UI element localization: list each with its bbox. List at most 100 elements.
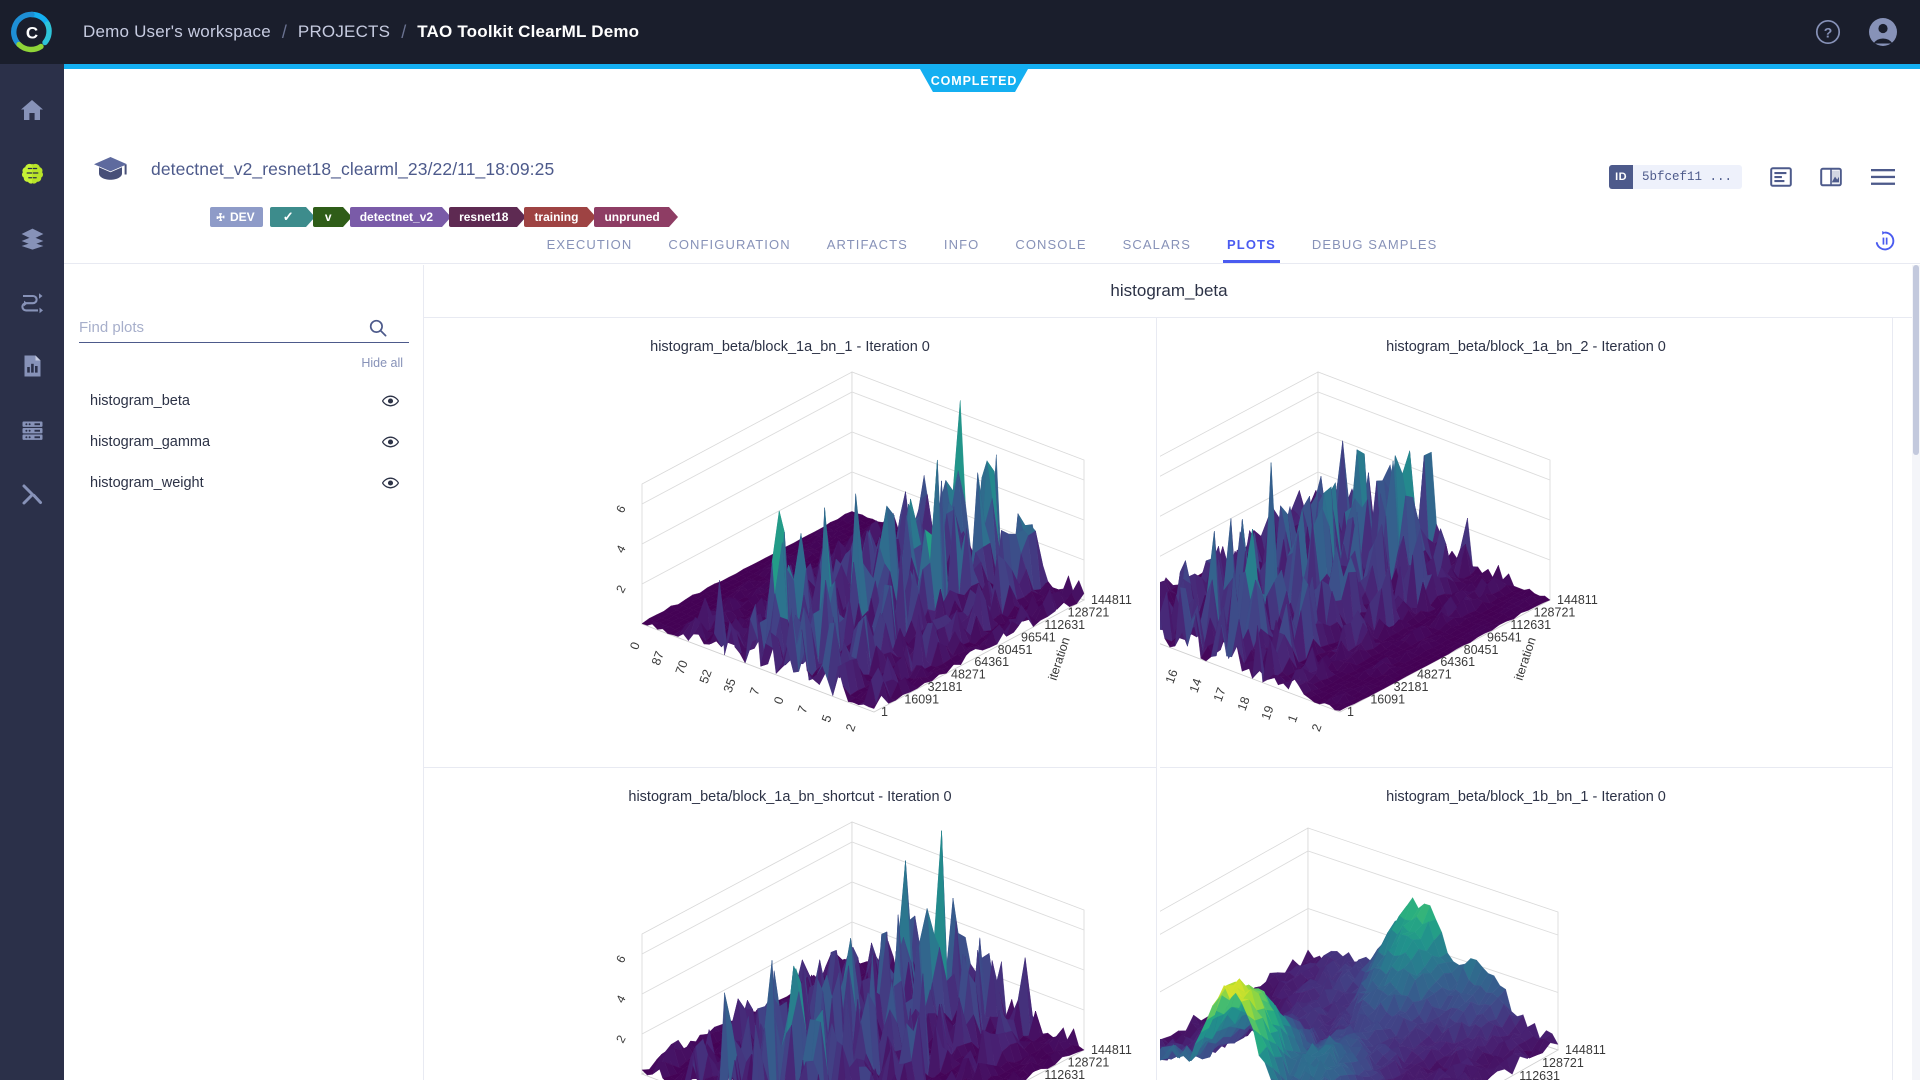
task-tag-label: v <box>324 210 332 224</box>
tab-debug-samples[interactable]: DEBUG SAMPLES <box>1294 237 1456 263</box>
breadcrumb-projects[interactable]: PROJECTS <box>298 22 390 42</box>
plot-list-item-histogram-beta[interactable]: histogram_beta <box>64 380 424 421</box>
svg-text:96541: 96541 <box>1487 630 1522 644</box>
auto-refresh-button[interactable] <box>1872 228 1898 254</box>
tab-plots[interactable]: PLOTS <box>1209 237 1294 263</box>
surface-plot-block-1a-bn-2[interactable]: 2461160913218148271643618045196541112631… <box>1160 362 1893 762</box>
svg-text:0: 0 <box>627 640 643 651</box>
tab-execution[interactable]: EXECUTION <box>529 237 651 263</box>
question-circle-icon: ? <box>1815 19 1841 45</box>
sidebar-item-applications[interactable] <box>0 462 64 526</box>
svg-text:C: C <box>26 24 38 43</box>
svg-text:1: 1 <box>1347 705 1354 719</box>
task-tag-label: unpruned <box>604 210 660 224</box>
top-bar-actions: ? <box>1815 0 1898 64</box>
svg-text:6: 6 <box>613 953 629 966</box>
breadcrumb-current-project[interactable]: TAO Toolkit ClearML Demo <box>417 22 639 42</box>
task-id-chip[interactable]: ID 5bfcef11 ... <box>1609 165 1742 189</box>
tab-list: EXECUTION CONFIGURATION ARTIFACTS INFO C… <box>529 237 1456 263</box>
task-id-value: 5bfcef11 ... <box>1641 170 1732 184</box>
scrollbar-thumb[interactable] <box>1913 265 1919 455</box>
tab-scalars[interactable]: SCALARS <box>1105 237 1209 263</box>
svg-text:112631: 112631 <box>1044 1068 1085 1080</box>
tab-artifacts[interactable]: ARTIFACTS <box>809 237 926 263</box>
svg-text:144811: 144811 <box>1565 1043 1606 1057</box>
plot-cell[interactable]: histogram_beta/block_1a_bn_shortcut - It… <box>424 768 1157 1080</box>
hamburger-menu-button[interactable] <box>1870 167 1896 187</box>
plots-group-header: histogram_beta <box>424 265 1914 318</box>
breadcrumb-separator: / <box>281 21 287 42</box>
svg-text:17: 17 <box>1211 686 1229 704</box>
tab-info[interactable]: INFO <box>926 237 997 263</box>
pipelines-icon <box>20 292 43 313</box>
sidebar-item-pipelines[interactable] <box>0 270 64 334</box>
svg-text:2: 2 <box>613 583 629 596</box>
brain-icon <box>21 163 43 184</box>
plot-title: histogram_beta/block_1a_bn_shortcut - It… <box>628 789 952 805</box>
sidebar-item-reports[interactable] <box>0 334 64 398</box>
svg-text:18: 18 <box>1235 695 1253 713</box>
search-input[interactable] <box>79 319 369 336</box>
sidebar-item-experiments[interactable] <box>0 142 64 206</box>
plots-scrollbar[interactable] <box>1912 265 1920 1080</box>
list-item-label: histogram_weight <box>90 474 204 491</box>
svg-text:1: 1 <box>1285 713 1301 724</box>
breadcrumb-workspace[interactable]: Demo User's workspace <box>83 22 271 42</box>
eye-icon[interactable] <box>381 433 399 451</box>
sidebar-item-home[interactable] <box>0 78 64 142</box>
top-bar: C Demo User's workspace / PROJECTS / TAO… <box>0 0 1920 64</box>
svg-text:?: ? <box>1824 25 1833 41</box>
tab-configuration[interactable]: CONFIGURATION <box>650 237 808 263</box>
plot-list-item-histogram-gamma[interactable]: histogram_gamma <box>64 421 424 462</box>
surface-plot-block-1b-bn-1[interactable]: 0510z11609132181482716436180451965411126… <box>1160 812 1893 1080</box>
list-item-label: histogram_gamma <box>90 433 211 450</box>
details-panel-button[interactable] <box>1770 166 1792 188</box>
svg-text:128721: 128721 <box>1534 605 1576 619</box>
task-tag-label: resnet18 <box>459 210 509 224</box>
plot-search[interactable] <box>79 313 409 343</box>
surface-plot-block-1a-bn-1[interactable]: 2 4 6 1 160913218148271643618045196541112631… <box>424 362 1157 762</box>
app-logo[interactable]: C <box>0 0 64 64</box>
svg-text:4: 4 <box>613 993 629 1006</box>
hide-all-button[interactable]: Hide all <box>361 356 403 370</box>
svg-text:6: 6 <box>613 503 629 516</box>
plot-cell[interactable]: histogram_beta/block_1a_bn_1 - Iteration… <box>424 318 1157 768</box>
eye-icon[interactable] <box>381 392 399 410</box>
svg-text:96541: 96541 <box>1021 630 1056 644</box>
svg-text:48271: 48271 <box>951 668 986 682</box>
plot-title: histogram_beta/block_1a_bn_1 - Iteration… <box>650 339 930 355</box>
sidebar-item-datasets[interactable] <box>0 398 64 462</box>
sidebar-item-models[interactable] <box>0 206 64 270</box>
hamburger-menu-icon <box>1871 169 1895 185</box>
eye-icon[interactable] <box>381 474 399 492</box>
svg-text:2: 2 <box>613 1033 629 1046</box>
main-content: COMPLETED detectnet_v2_resnet18_clearml_… <box>64 64 1920 1080</box>
clearml-logo-icon: C <box>11 11 52 53</box>
compare-split-icon <box>1820 167 1842 187</box>
svg-text:87: 87 <box>649 649 667 667</box>
search-icon[interactable] <box>369 319 387 337</box>
svg-text:1: 1 <box>881 705 888 719</box>
svg-text:80451: 80451 <box>998 643 1033 657</box>
graduation-cap-icon <box>94 157 127 180</box>
plot-title: histogram_beta/block_1b_bn_1 - Iteration… <box>1386 789 1666 805</box>
tab-console[interactable]: CONSOLE <box>997 237 1104 263</box>
svg-text:16: 16 <box>1163 667 1181 685</box>
plot-cell[interactable]: histogram_beta/block_1a_bn_2 - Iteration… <box>1160 318 1893 768</box>
compare-split-button[interactable] <box>1820 166 1842 188</box>
svg-text:2: 2 <box>843 722 859 733</box>
plot-list-item-histogram-weight[interactable]: histogram_weight <box>64 462 424 503</box>
help-button[interactable]: ? <box>1815 19 1841 45</box>
svg-text:0: 0 <box>771 695 787 706</box>
surface-plot-block-1a-bn-shortcut[interactable]: 2461160913218148271643618045196541112631… <box>424 812 1157 1080</box>
svg-text:144811: 144811 <box>1091 593 1132 607</box>
svg-text:16091: 16091 <box>904 693 939 707</box>
breadcrumb-separator: / <box>401 21 407 42</box>
account-button[interactable] <box>1868 17 1898 47</box>
svg-text:7: 7 <box>747 686 763 697</box>
auto-refresh-pause-icon <box>1875 231 1895 251</box>
chevrons-right-icon <box>22 484 42 504</box>
plot-cell[interactable]: histogram_beta/block_1b_bn_1 - Iteration… <box>1160 768 1893 1080</box>
svg-text:32181: 32181 <box>928 680 963 694</box>
layers-icon <box>21 228 43 250</box>
